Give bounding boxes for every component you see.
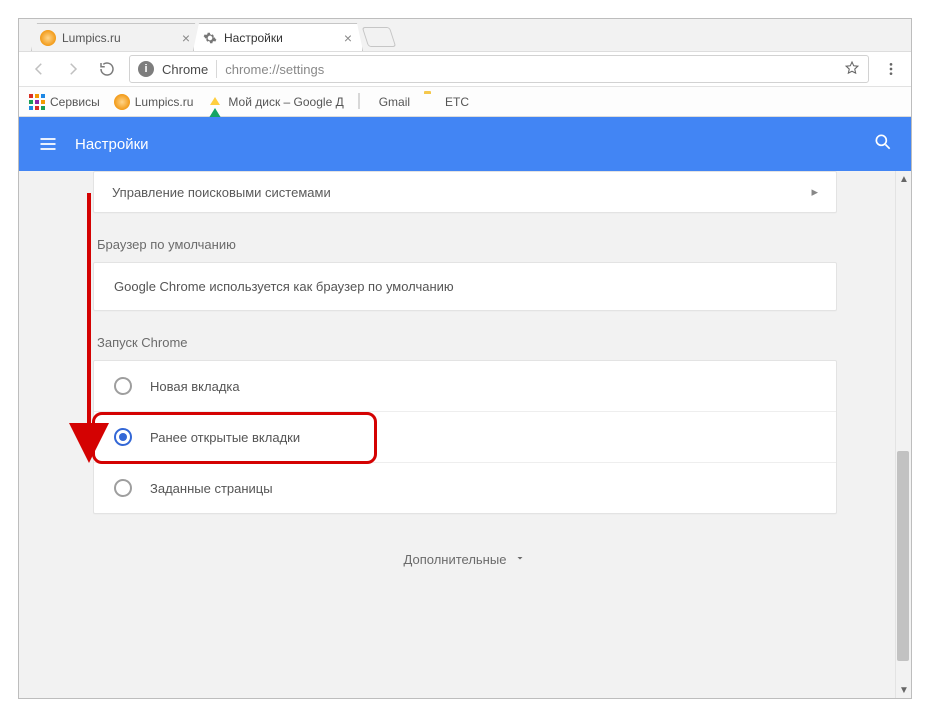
- settings-content: Управление поисковыми системами ▸ Браузе…: [19, 171, 911, 698]
- bookmark-lumpics[interactable]: Lumpics.ru: [114, 94, 194, 110]
- scroll-thumb[interactable]: [897, 451, 909, 661]
- radio-icon: [114, 479, 132, 497]
- search-icon[interactable]: [873, 132, 893, 157]
- close-tab-icon[interactable]: ×: [342, 30, 354, 46]
- orange-favicon-icon: [114, 94, 130, 110]
- tab-label: Настройки: [224, 31, 342, 45]
- close-tab-icon[interactable]: ×: [180, 30, 192, 46]
- apps-icon: [29, 94, 45, 110]
- advanced-label: Дополнительные: [404, 552, 507, 567]
- radio-icon: [114, 377, 132, 395]
- bookmark-etc[interactable]: ETC: [424, 94, 469, 110]
- search-engines-card: Управление поисковыми системами ▸: [93, 171, 837, 213]
- bookmarks-bar: Сервисы Lumpics.ru Мой диск – Google Д G…: [19, 87, 911, 117]
- bookmark-gmail[interactable]: Gmail: [358, 94, 410, 110]
- startup-option-specific-pages[interactable]: Заданные страницы: [94, 463, 836, 513]
- scroll-up-icon[interactable]: ▲: [896, 171, 911, 187]
- manage-search-engines-link[interactable]: Управление поисковыми системами ▸: [94, 172, 836, 212]
- site-info-icon[interactable]: i: [138, 61, 154, 77]
- chrome-menu-button[interactable]: [879, 57, 903, 81]
- startup-option-continue[interactable]: Ранее открытые вкладки: [94, 412, 836, 463]
- bookmark-label: Мой диск – Google Д: [228, 95, 343, 109]
- bookmark-label: Сервисы: [50, 95, 100, 109]
- chevron-right-icon: ▸: [811, 184, 818, 200]
- option-label: Новая вкладка: [150, 379, 240, 394]
- gmail-icon: [358, 94, 374, 110]
- bookmark-star-icon[interactable]: [844, 60, 860, 79]
- forward-button[interactable]: [61, 57, 85, 81]
- bookmark-label: ETC: [445, 95, 469, 109]
- tab-strip: Lumpics.ru × Настройки ×: [19, 19, 911, 51]
- startup-card: Новая вкладка Ранее открытые вкладки Зад…: [93, 360, 837, 514]
- tab-lumpics[interactable]: Lumpics.ru ×: [31, 23, 201, 51]
- scrollbar[interactable]: ▲ ▼: [895, 171, 911, 698]
- bookmark-apps[interactable]: Сервисы: [29, 94, 100, 110]
- new-tab-button[interactable]: [362, 27, 396, 47]
- radio-checked-icon: [114, 428, 132, 446]
- page-title: Настройки: [75, 136, 149, 153]
- bookmark-gdrive[interactable]: Мой диск – Google Д: [207, 94, 343, 110]
- gdrive-icon: [207, 94, 223, 110]
- page-viewport: Настройки Управление поисковыми системам…: [19, 117, 911, 698]
- default-browser-text: Google Chrome используется как браузер п…: [114, 279, 454, 294]
- hamburger-menu-icon[interactable]: [37, 133, 59, 155]
- separator: [216, 60, 217, 78]
- scheme-chip: Chrome: [162, 62, 208, 77]
- reload-button[interactable]: [95, 57, 119, 81]
- address-bar[interactable]: i Chrome chrome://settings: [129, 55, 869, 83]
- advanced-toggle[interactable]: Дополнительные: [93, 552, 837, 567]
- option-label: Заданные страницы: [150, 481, 273, 496]
- toolbar: i Chrome chrome://settings: [19, 51, 911, 87]
- option-label: Ранее открытые вкладки: [150, 430, 300, 445]
- chevron-down-icon: [514, 552, 526, 567]
- tab-label: Lumpics.ru: [62, 31, 180, 45]
- section-default-browser: Браузер по умолчанию: [97, 237, 833, 252]
- url-text: chrome://settings: [225, 62, 324, 77]
- bookmark-label: Lumpics.ru: [135, 95, 194, 109]
- scroll-down-icon[interactable]: ▼: [896, 682, 911, 698]
- folder-icon: [424, 94, 440, 110]
- settings-header: Настройки: [19, 117, 911, 171]
- gear-favicon-icon: [202, 30, 218, 46]
- default-browser-card: Google Chrome используется как браузер п…: [93, 262, 837, 311]
- back-button[interactable]: [27, 57, 51, 81]
- startup-option-new-tab[interactable]: Новая вкладка: [94, 361, 836, 412]
- section-startup: Запуск Chrome: [97, 335, 833, 350]
- row-label: Управление поисковыми системами: [112, 185, 331, 200]
- browser-window: David Lumpics.ru × Настро: [18, 18, 912, 699]
- orange-favicon-icon: [40, 30, 56, 46]
- bookmark-label: Gmail: [379, 95, 410, 109]
- tab-settings[interactable]: Настройки ×: [193, 23, 363, 51]
